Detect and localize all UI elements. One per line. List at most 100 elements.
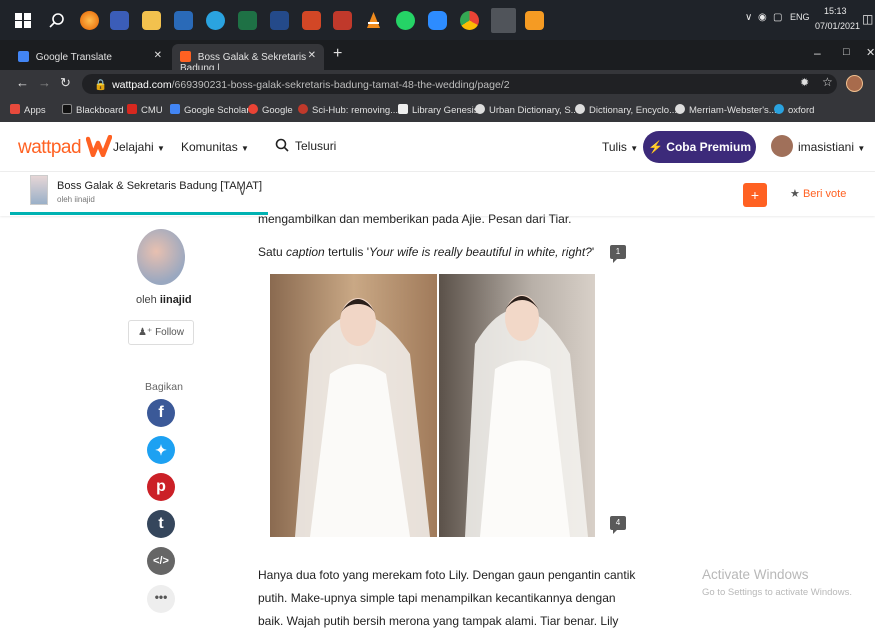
maximize-icon[interactable]: □ xyxy=(843,46,850,58)
close-window-icon[interactable]: ✕ xyxy=(866,46,875,59)
bookmark-oxford[interactable]: oxford xyxy=(774,104,814,116)
caret-down-icon: ▼ xyxy=(241,144,249,153)
google-translate-icon xyxy=(18,51,29,62)
nav-community[interactable]: Komunitas ▼ xyxy=(181,140,249,154)
bookmark-star-icon[interactable]: ☆ xyxy=(822,75,833,89)
tray-chevron-icon[interactable]: ∨ xyxy=(745,12,752,23)
reader-mode-icon[interactable]: ✹ xyxy=(800,76,809,89)
bookmark-library-genesis[interactable]: Library Genesis xyxy=(398,104,479,116)
caret-down-icon: ▼ xyxy=(157,144,165,153)
more-icon[interactable]: ••• xyxy=(147,585,175,613)
scholar-icon xyxy=(170,104,180,114)
globe-icon xyxy=(675,104,685,114)
chrome-icon[interactable] xyxy=(460,11,479,30)
app-orange-icon[interactable] xyxy=(525,11,544,30)
whatsapp-icon[interactable] xyxy=(396,11,415,30)
tab-wattpad[interactable]: Boss Galak & Sekretaris Badung | ✕ xyxy=(172,44,324,74)
nav-explore[interactable]: Jelajahi ▼ xyxy=(113,140,165,154)
firefox-icon[interactable] xyxy=(80,11,99,30)
facebook-icon[interactable]: f xyxy=(147,399,175,427)
pinterest-icon[interactable]: p xyxy=(147,473,175,501)
story-title[interactable]: Boss Galak & Sekretaris Badung [TAMAT] xyxy=(57,180,262,192)
bookmark-blackboard[interactable]: Blackboard xyxy=(62,104,124,116)
user-avatar[interactable] xyxy=(771,135,793,157)
reader-app-icon[interactable] xyxy=(174,11,193,30)
lightning-icon: ⚡ xyxy=(648,140,663,154)
inline-comment-icon[interactable]: 1 xyxy=(610,245,626,263)
zoom-icon[interactable] xyxy=(428,11,447,30)
wedding-photo-image xyxy=(270,274,595,537)
url-input[interactable]: 🔒 wattpad.com/669390231-boss-galak-sekret… xyxy=(82,74,837,94)
globe-icon xyxy=(475,104,485,114)
chevron-down-icon[interactable]: ∨ xyxy=(238,184,247,198)
premium-button[interactable]: ⚡ Coba Premium xyxy=(643,131,756,163)
paragraph-cut-top: mengambilkan dan memberikan pada Ajie. P… xyxy=(258,212,572,226)
tray-date[interactable]: 07/01/2021 xyxy=(815,21,860,31)
follow-button[interactable]: ♟⁺ Follow xyxy=(128,320,194,345)
wattpad-logo[interactable]: wattpad xyxy=(18,134,113,159)
bookmark-cmu[interactable]: CMU xyxy=(127,104,163,116)
forward-icon[interactable]: → xyxy=(38,75,51,90)
tumblr-icon[interactable]: t xyxy=(147,510,175,538)
tab-google-translate[interactable]: Google Translate ✕ xyxy=(10,44,170,70)
pdf-icon[interactable] xyxy=(333,11,352,30)
add-user-icon: ♟⁺ xyxy=(138,327,153,338)
vlc-icon[interactable] xyxy=(364,11,383,30)
file-explorer-icon[interactable] xyxy=(142,11,161,30)
caption-paragraph: Satu caption tertulis 'Your wife is real… xyxy=(258,245,595,259)
story-author-line[interactable]: oleh iinajid xyxy=(57,195,95,204)
inline-comment-icon[interactable]: 4 xyxy=(610,516,626,534)
activate-windows-subtitle: Go to Settings to activate Windows. xyxy=(702,587,852,598)
back-icon[interactable]: ← xyxy=(16,75,29,90)
story-cover[interactable] xyxy=(30,175,48,205)
reload-icon[interactable]: ↻ xyxy=(60,75,71,91)
bookmark-google-scholar[interactable]: Google Scholar xyxy=(170,104,249,116)
bookmark-scihub[interactable]: Sci-Hub: removing... xyxy=(298,104,398,116)
search-icon[interactable] xyxy=(48,11,67,30)
bookmark-apps[interactable]: Apps xyxy=(10,104,46,116)
tray-time[interactable]: 15:13 xyxy=(824,6,847,16)
embed-icon[interactable]: </> xyxy=(147,547,175,575)
add-to-list-button[interactable]: + xyxy=(743,183,767,207)
bookmarks-bar: Apps Blackboard CMU Google Scholar Googl… xyxy=(0,98,875,122)
share-label: Bagikan xyxy=(145,381,183,393)
bookmark-dictionary[interactable]: Dictionary, Encyclo... xyxy=(575,104,677,116)
wedding-photo[interactable] xyxy=(270,274,595,537)
star-icon: ★ xyxy=(790,188,800,200)
reading-progress-bar xyxy=(10,212,268,215)
close-icon[interactable]: ✕ xyxy=(308,50,316,61)
browser-tab-strip: Google Translate ✕ Boss Galak & Sekretar… xyxy=(0,40,875,74)
tray-network-icon[interactable]: ◉ xyxy=(758,12,767,23)
scihub-icon xyxy=(298,104,308,114)
notification-icon[interactable]: ◫ xyxy=(862,12,873,26)
tray-battery-icon[interactable]: ▢ xyxy=(773,12,782,23)
url-path: /669390231-boss-galak-sekretaris-badung-… xyxy=(171,79,510,91)
profile-avatar[interactable] xyxy=(846,75,863,92)
close-icon[interactable]: ✕ xyxy=(154,50,162,61)
bookmark-merriam-webster[interactable]: Merriam-Webster's... xyxy=(675,104,777,116)
story-paragraph-line: baik. Wajah putih bersih merona yang tam… xyxy=(258,614,619,628)
activate-windows-title: Activate Windows xyxy=(702,567,809,582)
powerpoint-icon[interactable] xyxy=(302,11,321,30)
new-tab-icon[interactable]: + xyxy=(333,45,342,63)
caret-down-icon: ▼ xyxy=(630,144,639,153)
search-input[interactable]: Telusuri xyxy=(275,138,336,153)
google-icon xyxy=(248,104,258,114)
chrome-active-icon[interactable] xyxy=(491,8,516,33)
author-name: iinajid xyxy=(159,294,192,306)
tray-language[interactable]: ENG xyxy=(790,12,810,22)
bookmark-google[interactable]: Google xyxy=(248,104,293,116)
author-byline[interactable]: oleh iinajid xyxy=(136,294,192,306)
excel-icon[interactable] xyxy=(238,11,257,30)
notes-app-icon[interactable] xyxy=(110,11,129,30)
vote-button[interactable]: ★ Beri vote xyxy=(790,187,846,200)
windows-start-icon[interactable] xyxy=(14,11,33,30)
write-menu[interactable]: Tulis ▼ xyxy=(602,140,638,154)
app-icon[interactable] xyxy=(270,11,289,30)
telegram-icon[interactable] xyxy=(206,11,225,30)
user-menu[interactable]: imasistiani ▼ xyxy=(798,140,865,154)
minimize-icon[interactable]: – xyxy=(814,46,821,60)
bookmark-urban-dictionary[interactable]: Urban Dictionary, S... xyxy=(475,104,579,116)
author-avatar[interactable] xyxy=(137,229,185,285)
twitter-icon[interactable]: ✦ xyxy=(147,436,175,464)
